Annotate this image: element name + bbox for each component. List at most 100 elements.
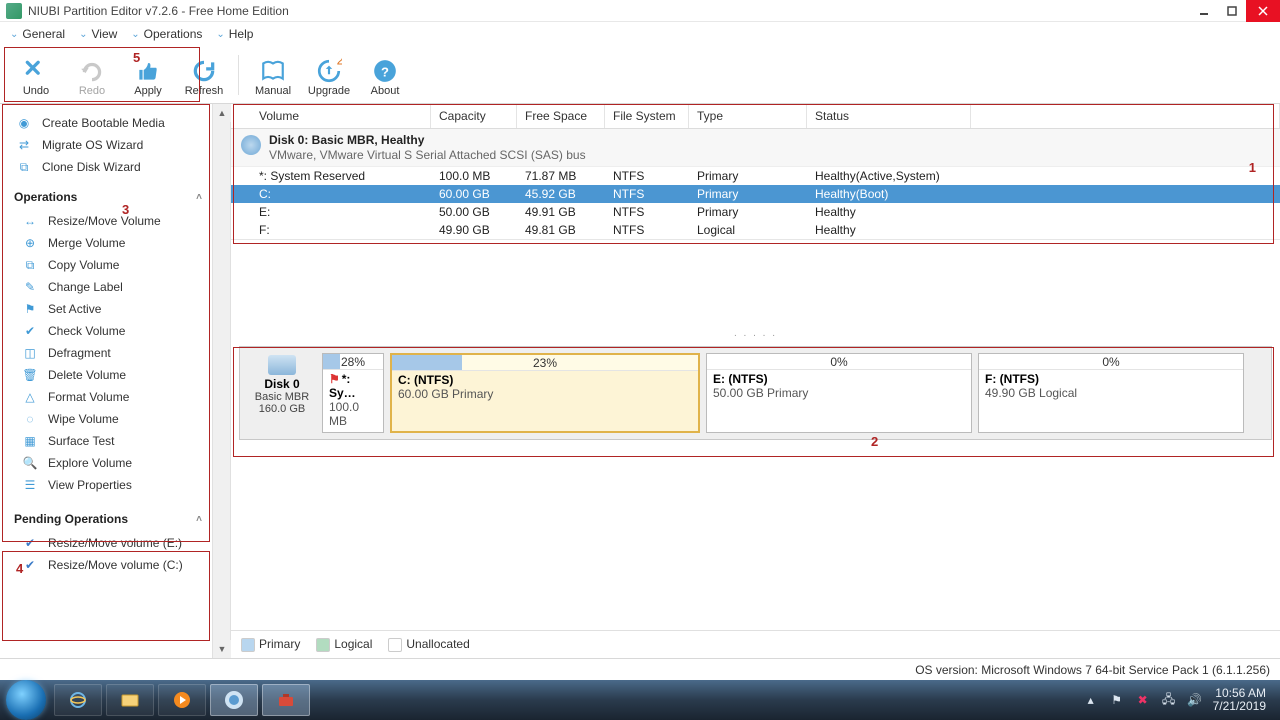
left-scrollbar[interactable]: ▲ ▼ — [213, 104, 231, 658]
taskbar-ie[interactable] — [54, 684, 102, 716]
col-free[interactable]: Free Space — [517, 104, 605, 128]
upgrade-button[interactable]: 24Upgrade — [301, 53, 357, 97]
op-surface-test[interactable]: ▦Surface Test — [0, 430, 212, 452]
pending-ops-header[interactable]: Pending Operations˄ — [0, 506, 212, 532]
diskmap-partition[interactable]: 23%C: (NTFS)60.00 GB Primary — [390, 353, 700, 433]
op-icon: 🔍 — [22, 455, 38, 471]
apply-button[interactable]: Apply — [120, 53, 176, 97]
volume-icon[interactable]: 🔊 — [1187, 692, 1203, 708]
op-view-properties[interactable]: ☰View Properties — [0, 474, 212, 496]
pending-item[interactable]: ✔Resize/Move volume (E:) — [0, 532, 212, 554]
scrollbar-up-arrow[interactable]: ▲ — [213, 104, 231, 122]
close-button[interactable] — [1246, 0, 1280, 22]
op-set-active[interactable]: ⚑Set Active — [0, 298, 212, 320]
flag-icon[interactable]: ⚑ — [1109, 692, 1125, 708]
question-icon: ? — [371, 57, 399, 85]
disk-map: Disk 0 Basic MBR 160.0 GB 28%⚑*: Sy…100.… — [231, 340, 1280, 452]
op-format-volume[interactable]: △Format Volume — [0, 386, 212, 408]
migrate-icon: ⇄ — [16, 137, 32, 153]
op-icon: ⊕ — [22, 235, 38, 251]
menu-view[interactable]: ⌄View — [79, 27, 117, 41]
op-copy-volume[interactable]: ⧉Copy Volume — [0, 254, 212, 276]
disc-icon: ◉ — [16, 115, 32, 131]
manual-button[interactable]: Manual — [245, 53, 301, 97]
op-icon: ↔ — [22, 213, 38, 229]
volume-table: Volume Capacity Free Space File System T… — [231, 104, 1280, 240]
chevron-up-icon: ˄ — [196, 192, 202, 203]
disk-group-row[interactable]: Disk 0: Basic MBR, Healthy VMware, VMwar… — [231, 129, 1280, 167]
undo-button[interactable]: Undo — [8, 53, 64, 97]
pending-item[interactable]: ✔Resize/Move volume (C:) — [0, 554, 212, 576]
wizard-create-bootable[interactable]: ◉Create Bootable Media — [0, 112, 212, 134]
col-capacity[interactable]: Capacity — [431, 104, 517, 128]
taskbar-media[interactable] — [158, 684, 206, 716]
toolbar: 5 Undo Redo Apply Refresh Manual 24Upgra… — [0, 46, 1280, 104]
op-wipe-volume[interactable]: ◌Wipe Volume — [0, 408, 212, 430]
op-delete-volume[interactable]: 🗑Delete Volume — [0, 364, 212, 386]
disk-icon — [268, 355, 296, 375]
refresh-icon — [190, 57, 218, 85]
operations-header[interactable]: Operations˄ — [0, 184, 212, 210]
chevron-down-icon: ⌄ — [10, 29, 18, 40]
table-row[interactable]: E:50.00 GB49.91 GBNTFSPrimaryHealthy — [231, 203, 1280, 221]
taskbar-niubi[interactable] — [210, 684, 258, 716]
window-title: NIUBI Partition Editor v7.2.6 - Free Hom… — [28, 4, 1190, 18]
chevron-up-icon: ˄ — [196, 514, 202, 525]
op-icon: ☰ — [22, 477, 38, 493]
wizard-migrate-os[interactable]: ⇄Migrate OS Wizard — [0, 134, 212, 156]
clock[interactable]: 10:56 AM 7/21/2019 — [1213, 687, 1266, 713]
op-resize-move-volume[interactable]: ↔Resize/Move Volume — [0, 210, 212, 232]
diskmap-partition[interactable]: 0%E: (NTFS)50.00 GB Primary — [706, 353, 972, 433]
taskbar-explorer[interactable] — [106, 684, 154, 716]
taskbar-toolbox[interactable] — [262, 684, 310, 716]
menu-general[interactable]: ⌄General — [10, 27, 65, 41]
about-button[interactable]: ?About — [357, 53, 413, 97]
op-merge-volume[interactable]: ⊕Merge Volume — [0, 232, 212, 254]
diskmap-partition[interactable]: 0%F: (NTFS)49.90 GB Logical — [978, 353, 1244, 433]
menu-operations[interactable]: ⌄Operations — [131, 27, 202, 41]
minimize-button[interactable] — [1190, 0, 1218, 22]
disk-map-label[interactable]: Disk 0 Basic MBR 160.0 GB — [246, 353, 318, 433]
op-explore-volume[interactable]: 🔍Explore Volume — [0, 452, 212, 474]
check-icon: ✔ — [22, 535, 38, 551]
svg-text:?: ? — [381, 64, 389, 79]
maximize-button[interactable] — [1218, 0, 1246, 22]
start-button[interactable] — [6, 680, 46, 720]
shield-x-icon[interactable]: ✖ — [1135, 692, 1151, 708]
table-header: Volume Capacity Free Space File System T… — [231, 104, 1280, 129]
op-defragment[interactable]: ◫Defragment — [0, 342, 212, 364]
op-icon: ◫ — [22, 345, 38, 361]
refresh-button[interactable]: Refresh — [176, 53, 232, 97]
diskmap-partition[interactable]: 28%⚑*: Sy…100.0 MB — [322, 353, 384, 433]
chevron-down-icon: ⌄ — [216, 29, 224, 40]
op-icon: ▦ — [22, 433, 38, 449]
chevron-down-icon: ⌄ — [131, 29, 139, 40]
network-icon[interactable]: 🖧 — [1161, 692, 1177, 708]
tray-up-icon[interactable]: ▴ — [1083, 692, 1099, 708]
op-icon: ✔ — [22, 323, 38, 339]
table-row[interactable]: *: System Reserved100.0 MB71.87 MBNTFSPr… — [231, 167, 1280, 185]
menu-help[interactable]: ⌄Help — [216, 27, 253, 41]
disk-icon — [241, 135, 261, 155]
table-row[interactable]: C:60.00 GB45.92 GBNTFSPrimaryHealthy(Boo… — [231, 185, 1280, 203]
legend-logical-swatch — [316, 638, 330, 652]
col-status[interactable]: Status — [807, 104, 971, 128]
op-change-label[interactable]: ✎Change Label — [0, 276, 212, 298]
chevron-down-icon: ⌄ — [79, 29, 87, 40]
svg-text:24: 24 — [337, 58, 342, 68]
legend: Primary Logical Unallocated — [231, 630, 1280, 658]
redo-button[interactable]: Redo — [64, 53, 120, 97]
op-icon: ✎ — [22, 279, 38, 295]
table-row[interactable]: F:49.90 GB49.81 GBNTFSLogicalHealthy — [231, 221, 1280, 239]
col-type[interactable]: Type — [689, 104, 807, 128]
op-check-volume[interactable]: ✔Check Volume — [0, 320, 212, 342]
col-fs[interactable]: File System — [605, 104, 689, 128]
status-bar: OS version: Microsoft Windows 7 64-bit S… — [0, 658, 1280, 680]
splitter[interactable]: . . . . . — [231, 328, 1280, 340]
undo-icon — [22, 57, 50, 85]
legend-primary-swatch — [241, 638, 255, 652]
wizard-clone-disk[interactable]: ⧉Clone Disk Wizard — [0, 156, 212, 178]
scrollbar-down-arrow[interactable]: ▼ — [213, 640, 231, 658]
col-volume[interactable]: Volume — [231, 104, 431, 128]
left-panel: 3 ◉Create Bootable Media ⇄Migrate OS Wiz… — [0, 104, 213, 658]
